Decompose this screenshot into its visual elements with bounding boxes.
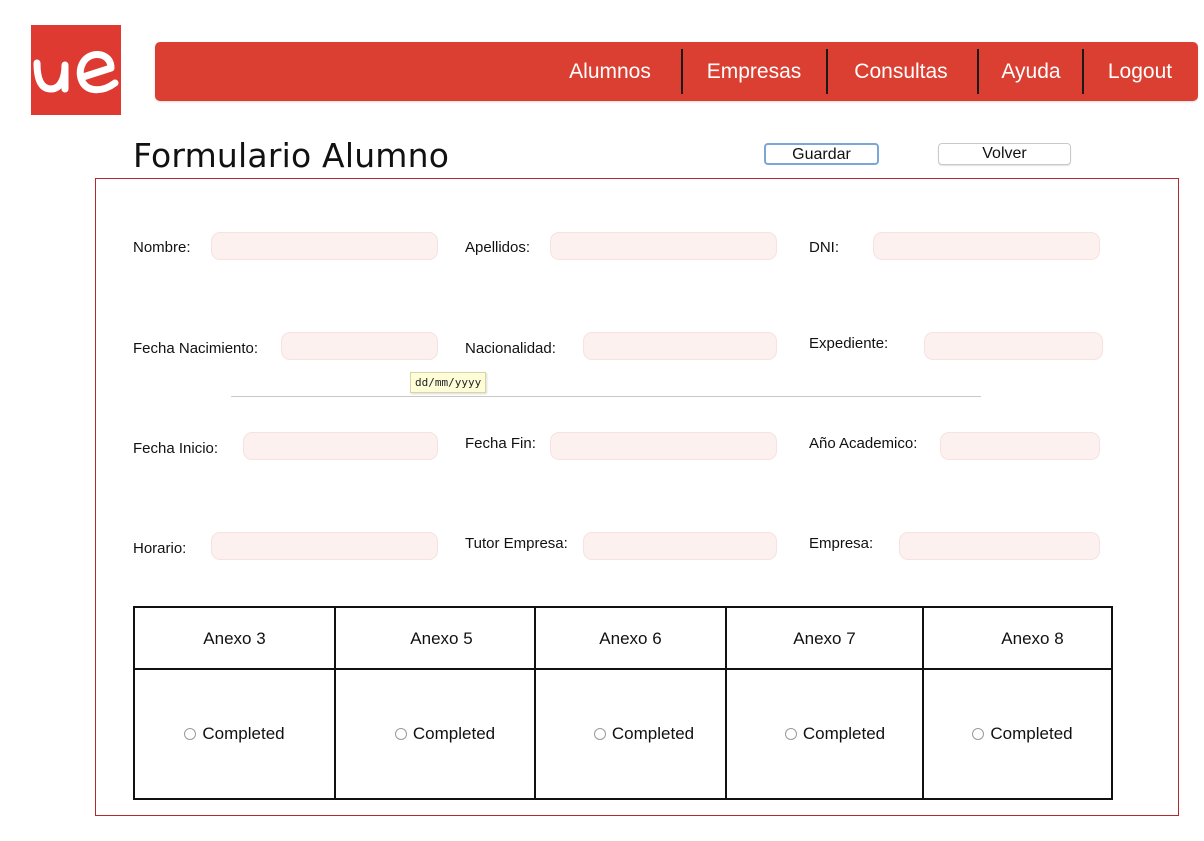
nacionalidad-input[interactable] [583, 332, 777, 360]
anio-academico-input[interactable] [940, 432, 1100, 460]
annex-cell-8: Completed [924, 670, 1121, 798]
apellidos-label: Apellidos: [465, 239, 531, 256]
fecha-fin-label: Fecha Fin: [465, 435, 536, 452]
nav-item-logout[interactable]: Logout [1097, 49, 1183, 94]
radio-button[interactable] [784, 728, 797, 740]
radio-label: Completed [611, 724, 695, 743]
annex-header-3: Anexo 3 [203, 629, 266, 648]
annex-3-completed-option[interactable]: Completed [184, 724, 285, 744]
nav-item-consultas[interactable]: Consultas [841, 49, 961, 94]
expediente-label: Expediente: [809, 335, 889, 352]
radio-label: Completed [412, 724, 496, 743]
fecha-inicio-label: Fecha Inicio: [133, 440, 219, 457]
radio-label: Completed [202, 724, 285, 743]
radio-label: Completed [802, 724, 886, 743]
dni-input[interactable] [873, 232, 1100, 260]
annex-6-completed-option[interactable]: Completed [593, 724, 695, 744]
top-navbar: Alumnos Empresas Consultas Ayuda Logout [155, 42, 1198, 101]
nav-separator [826, 49, 828, 94]
annex-8-completed-option[interactable]: Completed [972, 724, 1073, 744]
annex-header-7: Anexo 7 [793, 629, 856, 648]
annex-header-5: Anexo 5 [410, 629, 473, 648]
nombre-label: Nombre: [133, 239, 191, 256]
fecha-fin-input[interactable] [550, 432, 777, 460]
horario-input[interactable] [211, 532, 438, 560]
horario-label: Horario: [133, 540, 187, 557]
nav-item-empresas[interactable]: Empresas [695, 49, 813, 94]
annex-5-completed-option[interactable]: Completed [394, 724, 496, 744]
nav-separator [681, 49, 683, 94]
nav-item-ayuda[interactable]: Ayuda [991, 49, 1071, 94]
fecha-nacimiento-label: Fecha Nacimiento: [133, 340, 259, 357]
nav-separator [1082, 49, 1084, 94]
empresa-input[interactable] [899, 532, 1100, 560]
expediente-input[interactable] [924, 332, 1103, 360]
back-button[interactable]: Volver [938, 143, 1071, 165]
nombre-input[interactable] [211, 232, 438, 260]
radio-button[interactable] [593, 728, 606, 740]
fecha-inicio-input[interactable] [243, 432, 438, 460]
annex-header-6: Anexo 6 [599, 629, 662, 648]
radio-button[interactable] [184, 728, 197, 740]
apellidos-input[interactable] [550, 232, 777, 260]
empresa-label: Empresa: [809, 535, 874, 552]
radio-button[interactable] [394, 728, 407, 740]
nav-item-alumnos[interactable]: Alumnos [553, 49, 667, 94]
fecha-nacimiento-input[interactable] [281, 332, 438, 360]
annex-cell-5: Completed [336, 670, 554, 798]
anio-academico-label: Año Academico: [809, 435, 918, 452]
ue-logo-mark-icon [33, 51, 119, 94]
section-divider [231, 396, 981, 397]
radio-button[interactable] [972, 728, 985, 740]
save-button[interactable]: Guardar [764, 143, 879, 165]
page-title: Formulario Alumno [133, 136, 450, 175]
ue-logo [31, 25, 121, 115]
dni-label: DNI: [809, 239, 839, 256]
annex-cell-6: Completed [536, 670, 752, 798]
annex-header-8: Anexo 8 [1001, 629, 1064, 648]
tutor-empresa-input[interactable] [583, 532, 777, 560]
nav-separator [977, 49, 979, 94]
annex-7-completed-option[interactable]: Completed [784, 724, 886, 744]
annex-cell-7: Completed [727, 670, 943, 798]
nacionalidad-label: Nacionalidad: [465, 340, 556, 357]
tutor-empresa-label: Tutor Empresa: [465, 535, 568, 552]
radio-label: Completed [990, 724, 1073, 743]
date-format-tooltip: dd/mm/yyyy [410, 372, 487, 393]
annex-cell-3: Completed [135, 670, 334, 798]
annex-table: Anexo 3 Anexo 5 Anexo 6 Anexo 7 Anexo 8 … [133, 606, 1113, 800]
